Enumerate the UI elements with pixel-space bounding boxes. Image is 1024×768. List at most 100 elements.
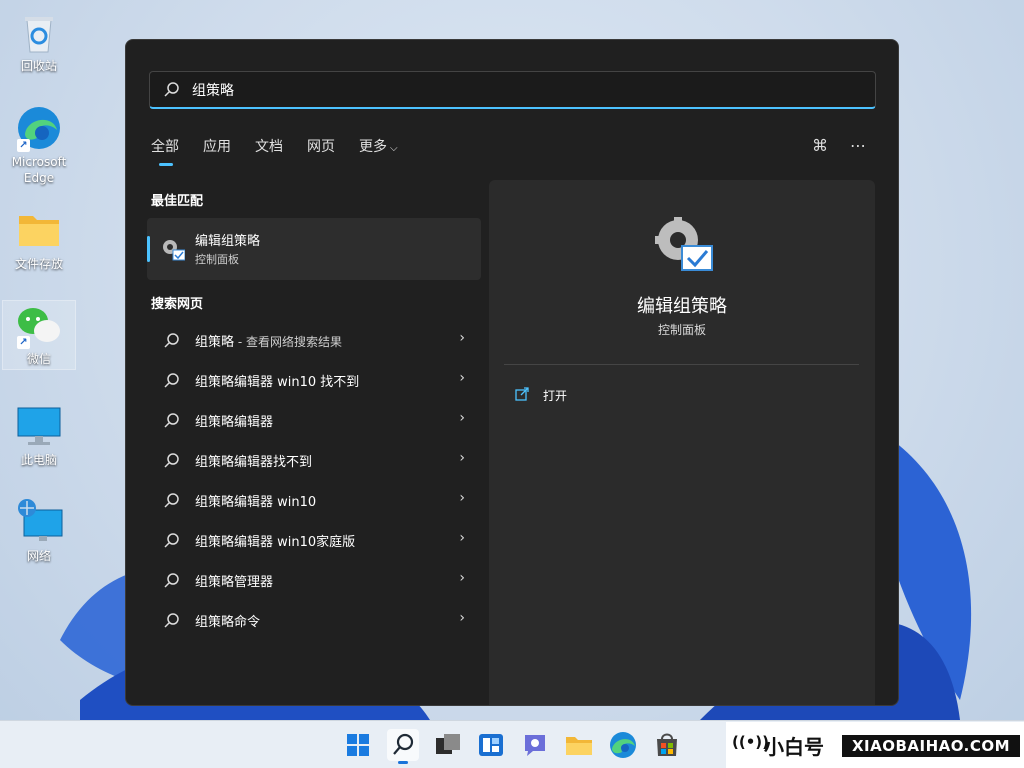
- chevron-right-icon: ›: [459, 610, 465, 626]
- desktop-icon-label: 回收站: [20, 59, 57, 73]
- result-detail-pane: 编辑组策略 控制面板 打开: [489, 180, 875, 705]
- desktop-icon-folder[interactable]: 文件存放: [2, 206, 76, 272]
- open-action[interactable]: 打开: [515, 385, 715, 407]
- watermark-cn-text: 小白号: [764, 735, 824, 759]
- tab-all[interactable]: 全部: [151, 136, 179, 166]
- suggestion-text: 组策略管理器: [195, 575, 274, 590]
- tab-documents[interactable]: 文档: [255, 136, 283, 166]
- search-filter-tabs: 全部 应用 文档 网页 更多 ⌵: [151, 136, 422, 166]
- search-icon: [164, 373, 179, 388]
- chat-icon: [525, 735, 545, 756]
- web-suggestion-item[interactable]: 组策略管理器 ›: [147, 560, 481, 600]
- more-options-icon[interactable]: ⋯: [850, 136, 866, 155]
- desktop-icon-edge[interactable]: ↗ Microsoft Edge: [2, 104, 76, 186]
- desktop-icon-label: 此电脑: [20, 453, 57, 467]
- edge-browser-button[interactable]: [607, 729, 639, 761]
- detail-title: 编辑组策略: [637, 296, 727, 317]
- folder-icon: [15, 206, 63, 254]
- suggestion-hint: - 查看网络搜索结果: [234, 335, 342, 349]
- group-policy-icon: [163, 240, 185, 261]
- folder-icon: [566, 737, 592, 755]
- search-icon: [164, 333, 179, 348]
- watermark-banner: ((•)) 小白号 XIAOBAIHAO.COM: [726, 722, 1024, 768]
- desktop-icon-recycle-bin[interactable]: 回收站: [2, 8, 76, 74]
- suggestion-text: 组策略编辑器 win10家庭版: [195, 535, 356, 550]
- chevron-right-icon: ›: [459, 570, 465, 586]
- microsoft-store-button[interactable]: [651, 729, 683, 761]
- file-explorer-button[interactable]: [563, 729, 595, 761]
- web-suggestion-item[interactable]: 组策略编辑器找不到 ›: [147, 440, 481, 480]
- suggestion-query: 组策略: [195, 335, 235, 350]
- search-icon: [164, 82, 179, 97]
- chevron-right-icon: ›: [459, 530, 465, 546]
- chevron-right-icon: ›: [459, 450, 465, 466]
- detail-subtitle: 控制面板: [657, 323, 706, 337]
- suggestion-text: 组策略编辑器找不到: [195, 455, 313, 470]
- open-external-icon: [515, 387, 529, 401]
- web-suggestion-item[interactable]: 组策略编辑器 win10家庭版 ›: [147, 520, 481, 560]
- chevron-right-icon: ›: [459, 410, 465, 426]
- suggestion-text: 组策略命令: [195, 615, 261, 630]
- desktop-icon-label: 文件存放: [14, 257, 63, 271]
- panel-toolbar: ⌘ ⋯: [812, 136, 866, 155]
- search-icon: [393, 733, 414, 755]
- windows-logo-icon: [347, 734, 369, 756]
- suggestion-text: 组策略编辑器 win10 找不到: [195, 375, 360, 390]
- recycle-bin-icon: [15, 8, 63, 56]
- search-icon: [164, 453, 179, 468]
- search-input[interactable]: [192, 78, 792, 102]
- chevron-right-icon: ›: [459, 490, 465, 506]
- desktop-icon-this-pc[interactable]: 此电脑: [2, 402, 76, 468]
- best-match-heading: 最佳匹配: [151, 194, 204, 209]
- network-icon: [15, 498, 63, 546]
- open-action-label: 打开: [543, 389, 568, 403]
- tab-label: 应用: [203, 139, 231, 155]
- watermark-en-text: XIAOBAIHAO.COM: [842, 735, 1020, 757]
- task-view-icon: [436, 734, 460, 754]
- widgets-icon: [479, 734, 503, 756]
- wechat-icon: ↗: [15, 301, 63, 349]
- selection-indicator: [147, 236, 150, 262]
- tab-label: 文档: [255, 139, 283, 155]
- group-policy-icon: [655, 217, 713, 271]
- search-icon: [164, 613, 179, 628]
- suggestion-text: 组策略编辑器: [195, 415, 274, 430]
- share-device-icon[interactable]: ⌘: [812, 136, 828, 155]
- task-view-button[interactable]: [432, 729, 464, 761]
- web-suggestion-item[interactable]: 组策略命令 ›: [147, 600, 481, 640]
- web-suggestion-item[interactable]: 组策略编辑器 ›: [147, 400, 481, 440]
- search-box[interactable]: [149, 71, 876, 109]
- best-match-item[interactable]: 编辑组策略 控制面板: [147, 218, 481, 280]
- chevron-right-icon: ›: [459, 370, 465, 386]
- desktop-icon-label: 微信: [26, 352, 51, 366]
- edge-icon: ↗: [15, 104, 63, 152]
- tab-label: 更多: [359, 139, 387, 155]
- teams-chat-button[interactable]: [519, 729, 551, 761]
- desktop-icon-network[interactable]: 网络: [2, 498, 76, 564]
- edge-icon: [610, 732, 636, 758]
- divider: [504, 364, 859, 365]
- shortcut-arrow-icon: ↗: [17, 336, 30, 349]
- store-icon: [657, 733, 677, 756]
- widgets-button[interactable]: [475, 729, 507, 761]
- tab-web[interactable]: 网页: [307, 136, 335, 166]
- search-icon: [164, 573, 179, 588]
- taskbar-search-button[interactable]: [387, 729, 419, 764]
- windows-start-button[interactable]: [342, 729, 374, 761]
- suggestion-text: 组策略编辑器 win10: [195, 495, 317, 510]
- web-suggestion-item[interactable]: 组策略 - 查看网络搜索结果 ›: [147, 320, 481, 360]
- search-icon: [164, 493, 179, 508]
- desktop-icon-label: 网络: [26, 549, 51, 563]
- web-suggestion-item[interactable]: 组策略编辑器 win10 ›: [147, 480, 481, 520]
- search-icon: [164, 533, 179, 548]
- web-suggestion-item[interactable]: 组策略编辑器 win10 找不到 ›: [147, 360, 481, 400]
- tab-label: 全部: [151, 139, 179, 155]
- search-panel: 全部 应用 文档 网页 更多⌵ ⌘ ⋯ 最佳匹配 编辑组策略 控制面板 搜索网页…: [125, 39, 899, 706]
- chevron-down-icon: ⌵: [390, 143, 398, 154]
- tab-apps[interactable]: 应用: [203, 136, 231, 166]
- best-match-subtitle: 控制面板: [195, 253, 239, 266]
- shortcut-arrow-icon: ↗: [17, 139, 30, 152]
- suggestion-text: 组策略 - 查看网络搜索结果: [195, 331, 342, 350]
- desktop-icon-wechat[interactable]: ↗ 微信: [2, 300, 76, 370]
- tab-more[interactable]: 更多 ⌵: [359, 136, 398, 166]
